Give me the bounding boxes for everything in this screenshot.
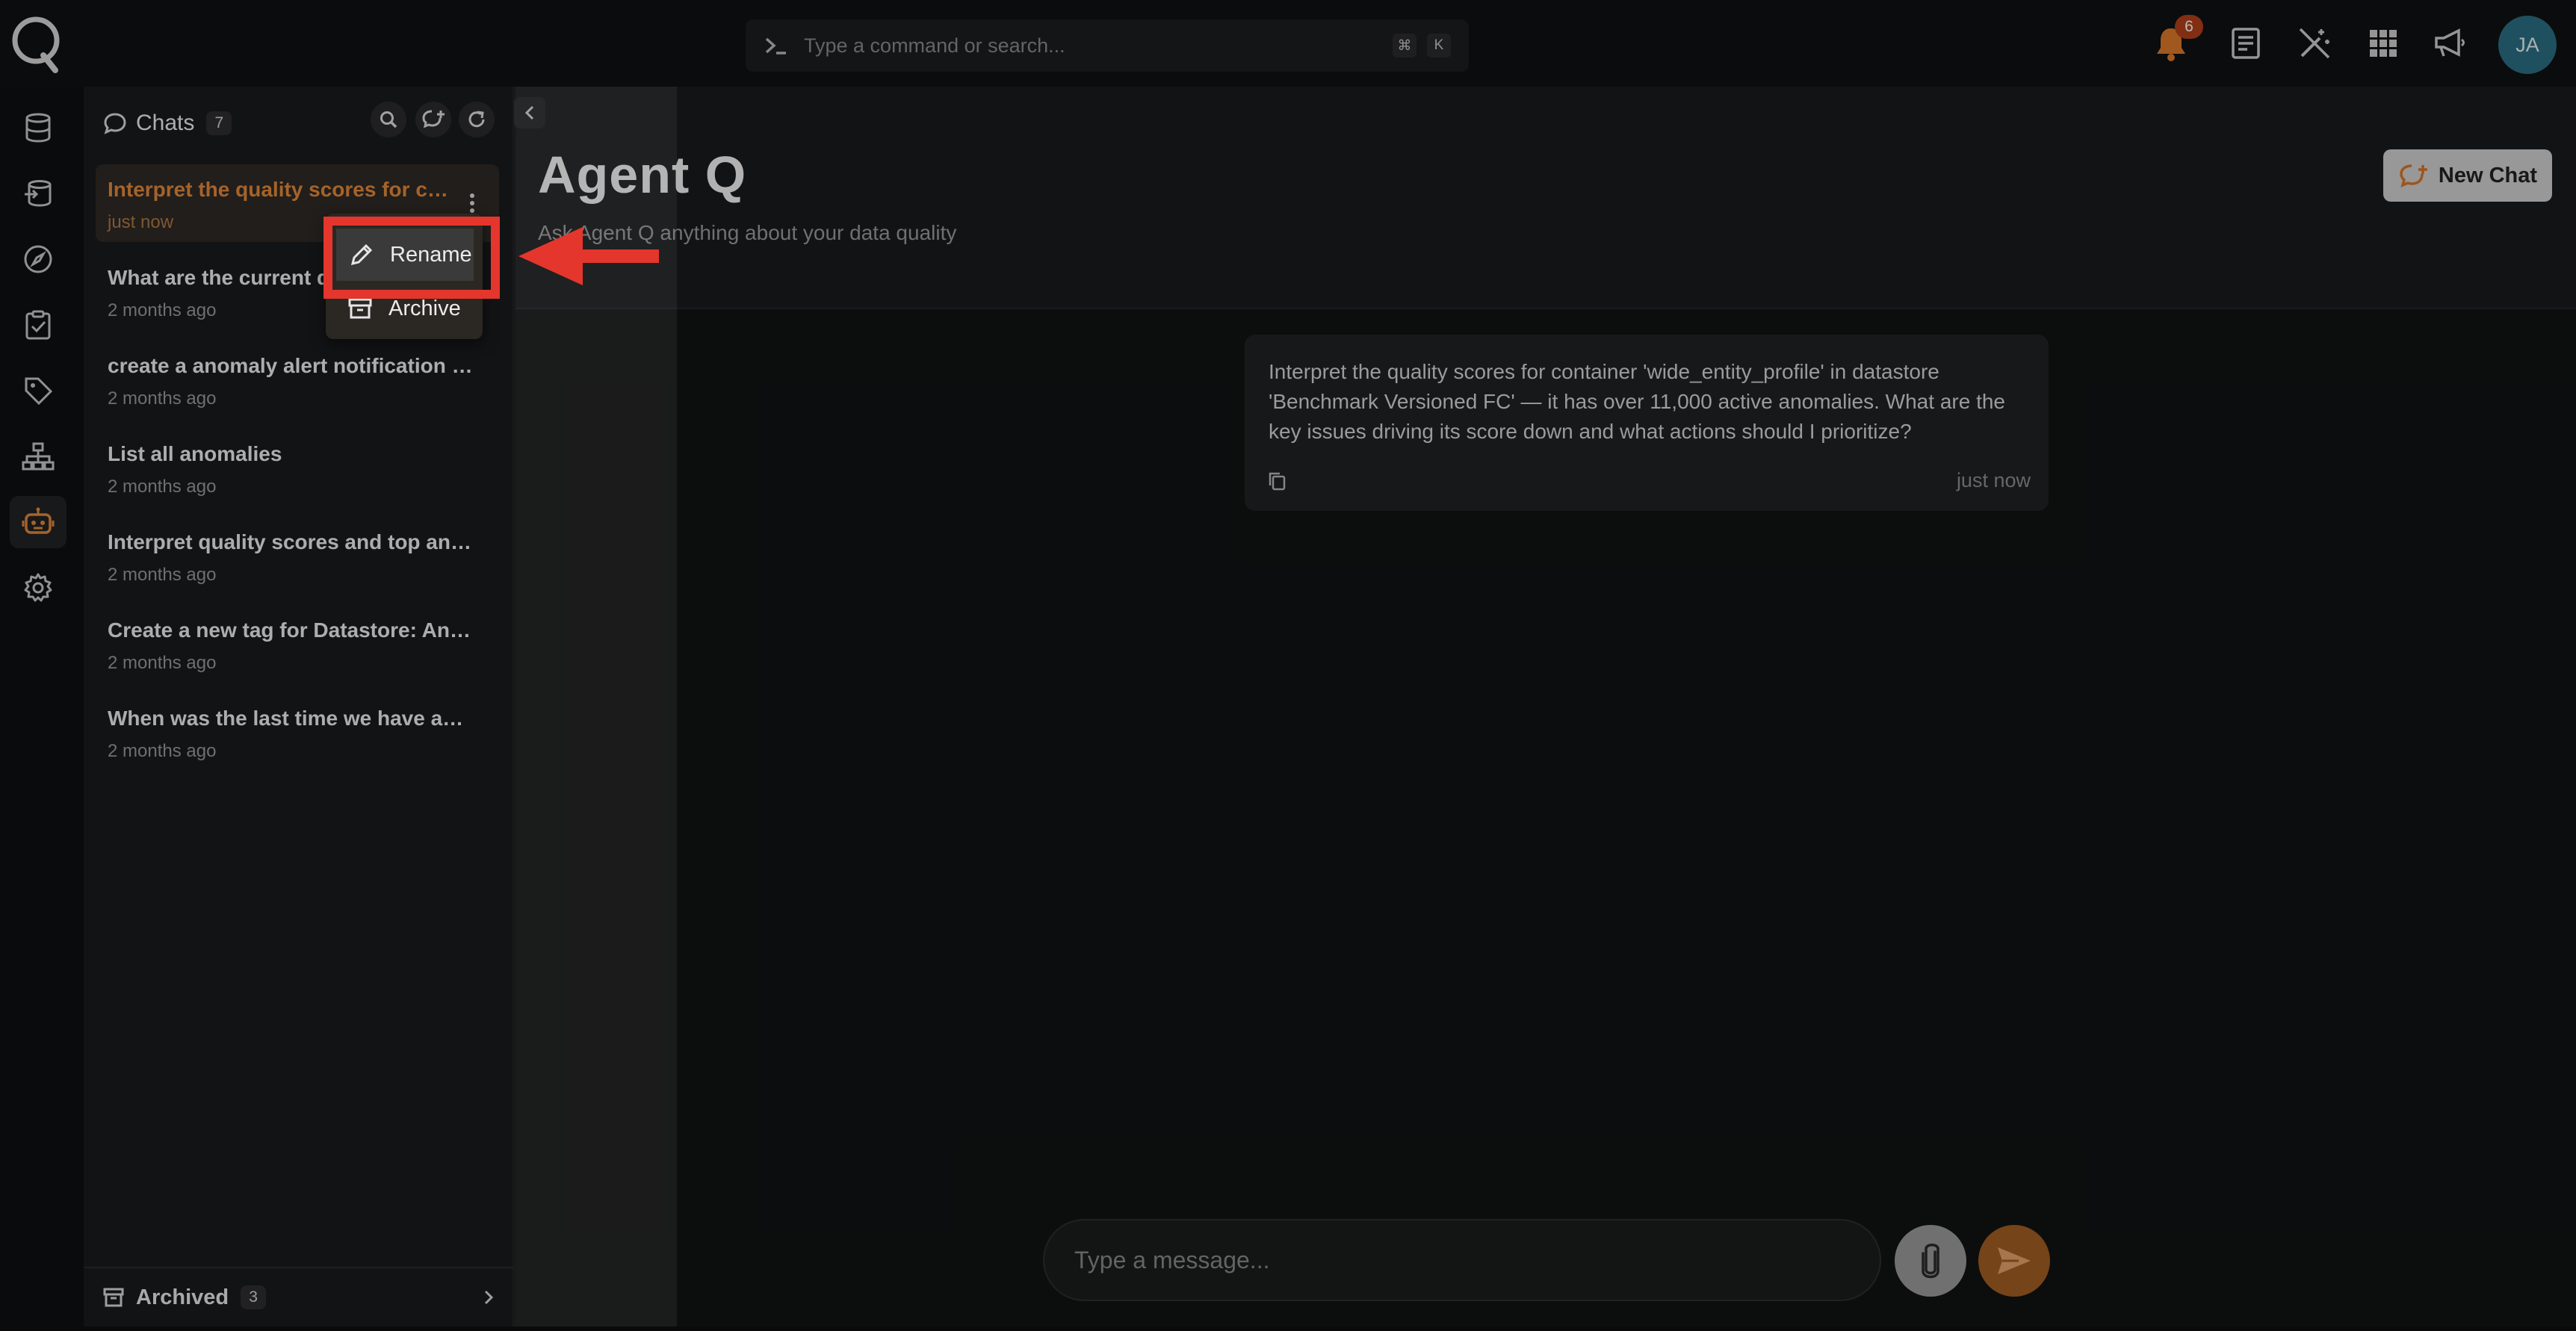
terminal-icon bbox=[765, 37, 786, 55]
new-chat-button[interactable]: New Chat bbox=[2383, 149, 2552, 202]
notifications-badge: 6 bbox=[2175, 15, 2203, 39]
archived-section[interactable]: Archived 3 bbox=[84, 1267, 514, 1327]
chat-item-title: When was the last time we have an anomal… bbox=[108, 707, 474, 730]
nav-datastores[interactable] bbox=[10, 102, 66, 154]
gear-icon bbox=[24, 573, 52, 602]
chat-item[interactable]: Interpret quality scores and top anomali… bbox=[96, 517, 499, 595]
chevron-right-icon bbox=[484, 1290, 494, 1305]
chat-item-time: 2 months ago bbox=[108, 741, 217, 761]
top-bar: Type a command or search... ⌘ K 6 JA bbox=[0, 0, 2576, 87]
main-header: Agent Q Ask Agent Q anything about your … bbox=[515, 87, 2576, 309]
robot-icon bbox=[22, 507, 55, 534]
archive-label: Archive bbox=[388, 296, 461, 320]
chat-bubble-icon bbox=[104, 113, 126, 134]
chat-plus-icon bbox=[2400, 164, 2427, 188]
compass-icon bbox=[24, 245, 52, 273]
paperclip-icon bbox=[1922, 1244, 1939, 1279]
announcements-button[interactable] bbox=[2428, 21, 2473, 66]
collapse-panel-button[interactable] bbox=[514, 97, 545, 128]
nav-settings[interactable] bbox=[10, 562, 66, 614]
nav-tags[interactable] bbox=[10, 364, 66, 417]
refresh-chats-button[interactable] bbox=[459, 102, 495, 137]
qualytics-logo[interactable] bbox=[10, 13, 63, 73]
chat-item-time: 2 months ago bbox=[108, 477, 217, 497]
magic-wand-off-icon bbox=[2299, 28, 2330, 59]
send-button[interactable] bbox=[1978, 1225, 2050, 1297]
clipboard-check-icon bbox=[25, 310, 51, 340]
stack-arrow-icon bbox=[25, 180, 52, 207]
chat-item-title: Create a new tag for Datastore: Analytic… bbox=[108, 618, 474, 642]
refresh-icon bbox=[468, 111, 485, 128]
chat-item[interactable]: Create a new tag for Datastore: Analytic… bbox=[96, 605, 499, 683]
docs-button[interactable] bbox=[2223, 21, 2268, 66]
apps-button[interactable] bbox=[2361, 21, 2406, 66]
message-time: just now bbox=[1956, 469, 2031, 491]
nav-sources[interactable] bbox=[10, 167, 66, 220]
command-search[interactable]: Type a command or search... ⌘ K bbox=[746, 19, 1469, 72]
nav-rail bbox=[0, 87, 82, 1331]
archive-icon bbox=[103, 1288, 124, 1307]
chat-item-time: 2 months ago bbox=[108, 653, 217, 673]
chat-item-title: List all anomalies bbox=[108, 442, 282, 465]
attach-button[interactable] bbox=[1895, 1225, 1966, 1297]
archive-menu-item[interactable]: Archive bbox=[326, 282, 483, 335]
chat-item[interactable]: create a anomaly alert notification for … bbox=[96, 341, 499, 418]
nav-checks[interactable] bbox=[10, 299, 66, 351]
new-chat-small-button[interactable] bbox=[415, 102, 451, 137]
message-input[interactable]: Type a message... bbox=[1043, 1219, 1881, 1301]
message-input-placeholder: Type a message... bbox=[1074, 1246, 1270, 1273]
archive-icon bbox=[348, 298, 372, 319]
nav-explore[interactable] bbox=[10, 233, 66, 285]
message-text: Interpret the quality scores for contain… bbox=[1269, 360, 2005, 443]
nav-agent-q[interactable] bbox=[10, 496, 66, 548]
page-subtitle: Ask Agent Q anything about your data qua… bbox=[538, 221, 957, 244]
archived-count: 3 bbox=[241, 1285, 267, 1309]
archived-label: Archived bbox=[136, 1285, 229, 1309]
chat-item-time: 2 months ago bbox=[108, 565, 217, 585]
send-icon bbox=[1998, 1247, 2031, 1274]
pencil-icon bbox=[350, 243, 373, 266]
chat-item-time: 2 months ago bbox=[108, 388, 217, 409]
chats-count: 7 bbox=[206, 111, 232, 135]
chat-item[interactable]: When was the last time we have an anomal… bbox=[96, 693, 499, 771]
chat-item-title: create a anomaly alert notification for … bbox=[108, 354, 474, 377]
nav-lineage[interactable] bbox=[10, 430, 66, 483]
command-search-placeholder: Type a command or search... bbox=[804, 34, 1065, 57]
chat-item[interactable]: List all anomalies 2 months ago bbox=[96, 429, 499, 506]
chats-header: Chats 7 bbox=[103, 105, 232, 142]
search-icon bbox=[380, 111, 397, 128]
shortcut-key-k: K bbox=[1427, 34, 1451, 58]
hierarchy-icon bbox=[22, 442, 55, 471]
main-content: Agent Q Ask Agent Q anything about your … bbox=[515, 87, 2576, 1327]
more-vertical-icon bbox=[470, 193, 474, 213]
search-chats-button[interactable] bbox=[371, 102, 406, 137]
chat-item-title: Interpret the quality scores for contain… bbox=[108, 178, 459, 201]
chevron-left-icon bbox=[524, 105, 534, 120]
chat-context-menu: Rename Archive bbox=[326, 214, 483, 339]
theme-toggle-button[interactable] bbox=[2292, 21, 2337, 66]
chat-plus-icon bbox=[422, 110, 445, 128]
chats-title: Chats bbox=[136, 111, 195, 135]
grid-icon bbox=[2370, 30, 2397, 57]
user-avatar[interactable]: JA bbox=[2498, 16, 2557, 74]
new-chat-label: New Chat bbox=[2438, 163, 2538, 187]
shortcut-key-cmd: ⌘ bbox=[1393, 34, 1417, 58]
rename-label: Rename bbox=[390, 242, 472, 267]
page-title: Agent Q bbox=[538, 146, 747, 204]
megaphone-icon bbox=[2435, 28, 2465, 57]
document-icon bbox=[2232, 28, 2260, 59]
user-message: Interpret the quality scores for contain… bbox=[1245, 335, 2049, 511]
chat-item-title: Interpret quality scores and top anomali… bbox=[108, 530, 474, 553]
database-icon bbox=[25, 113, 51, 143]
tag-icon bbox=[25, 377, 53, 406]
copy-icon[interactable] bbox=[1267, 471, 1287, 491]
rename-menu-item[interactable]: Rename bbox=[336, 229, 474, 281]
